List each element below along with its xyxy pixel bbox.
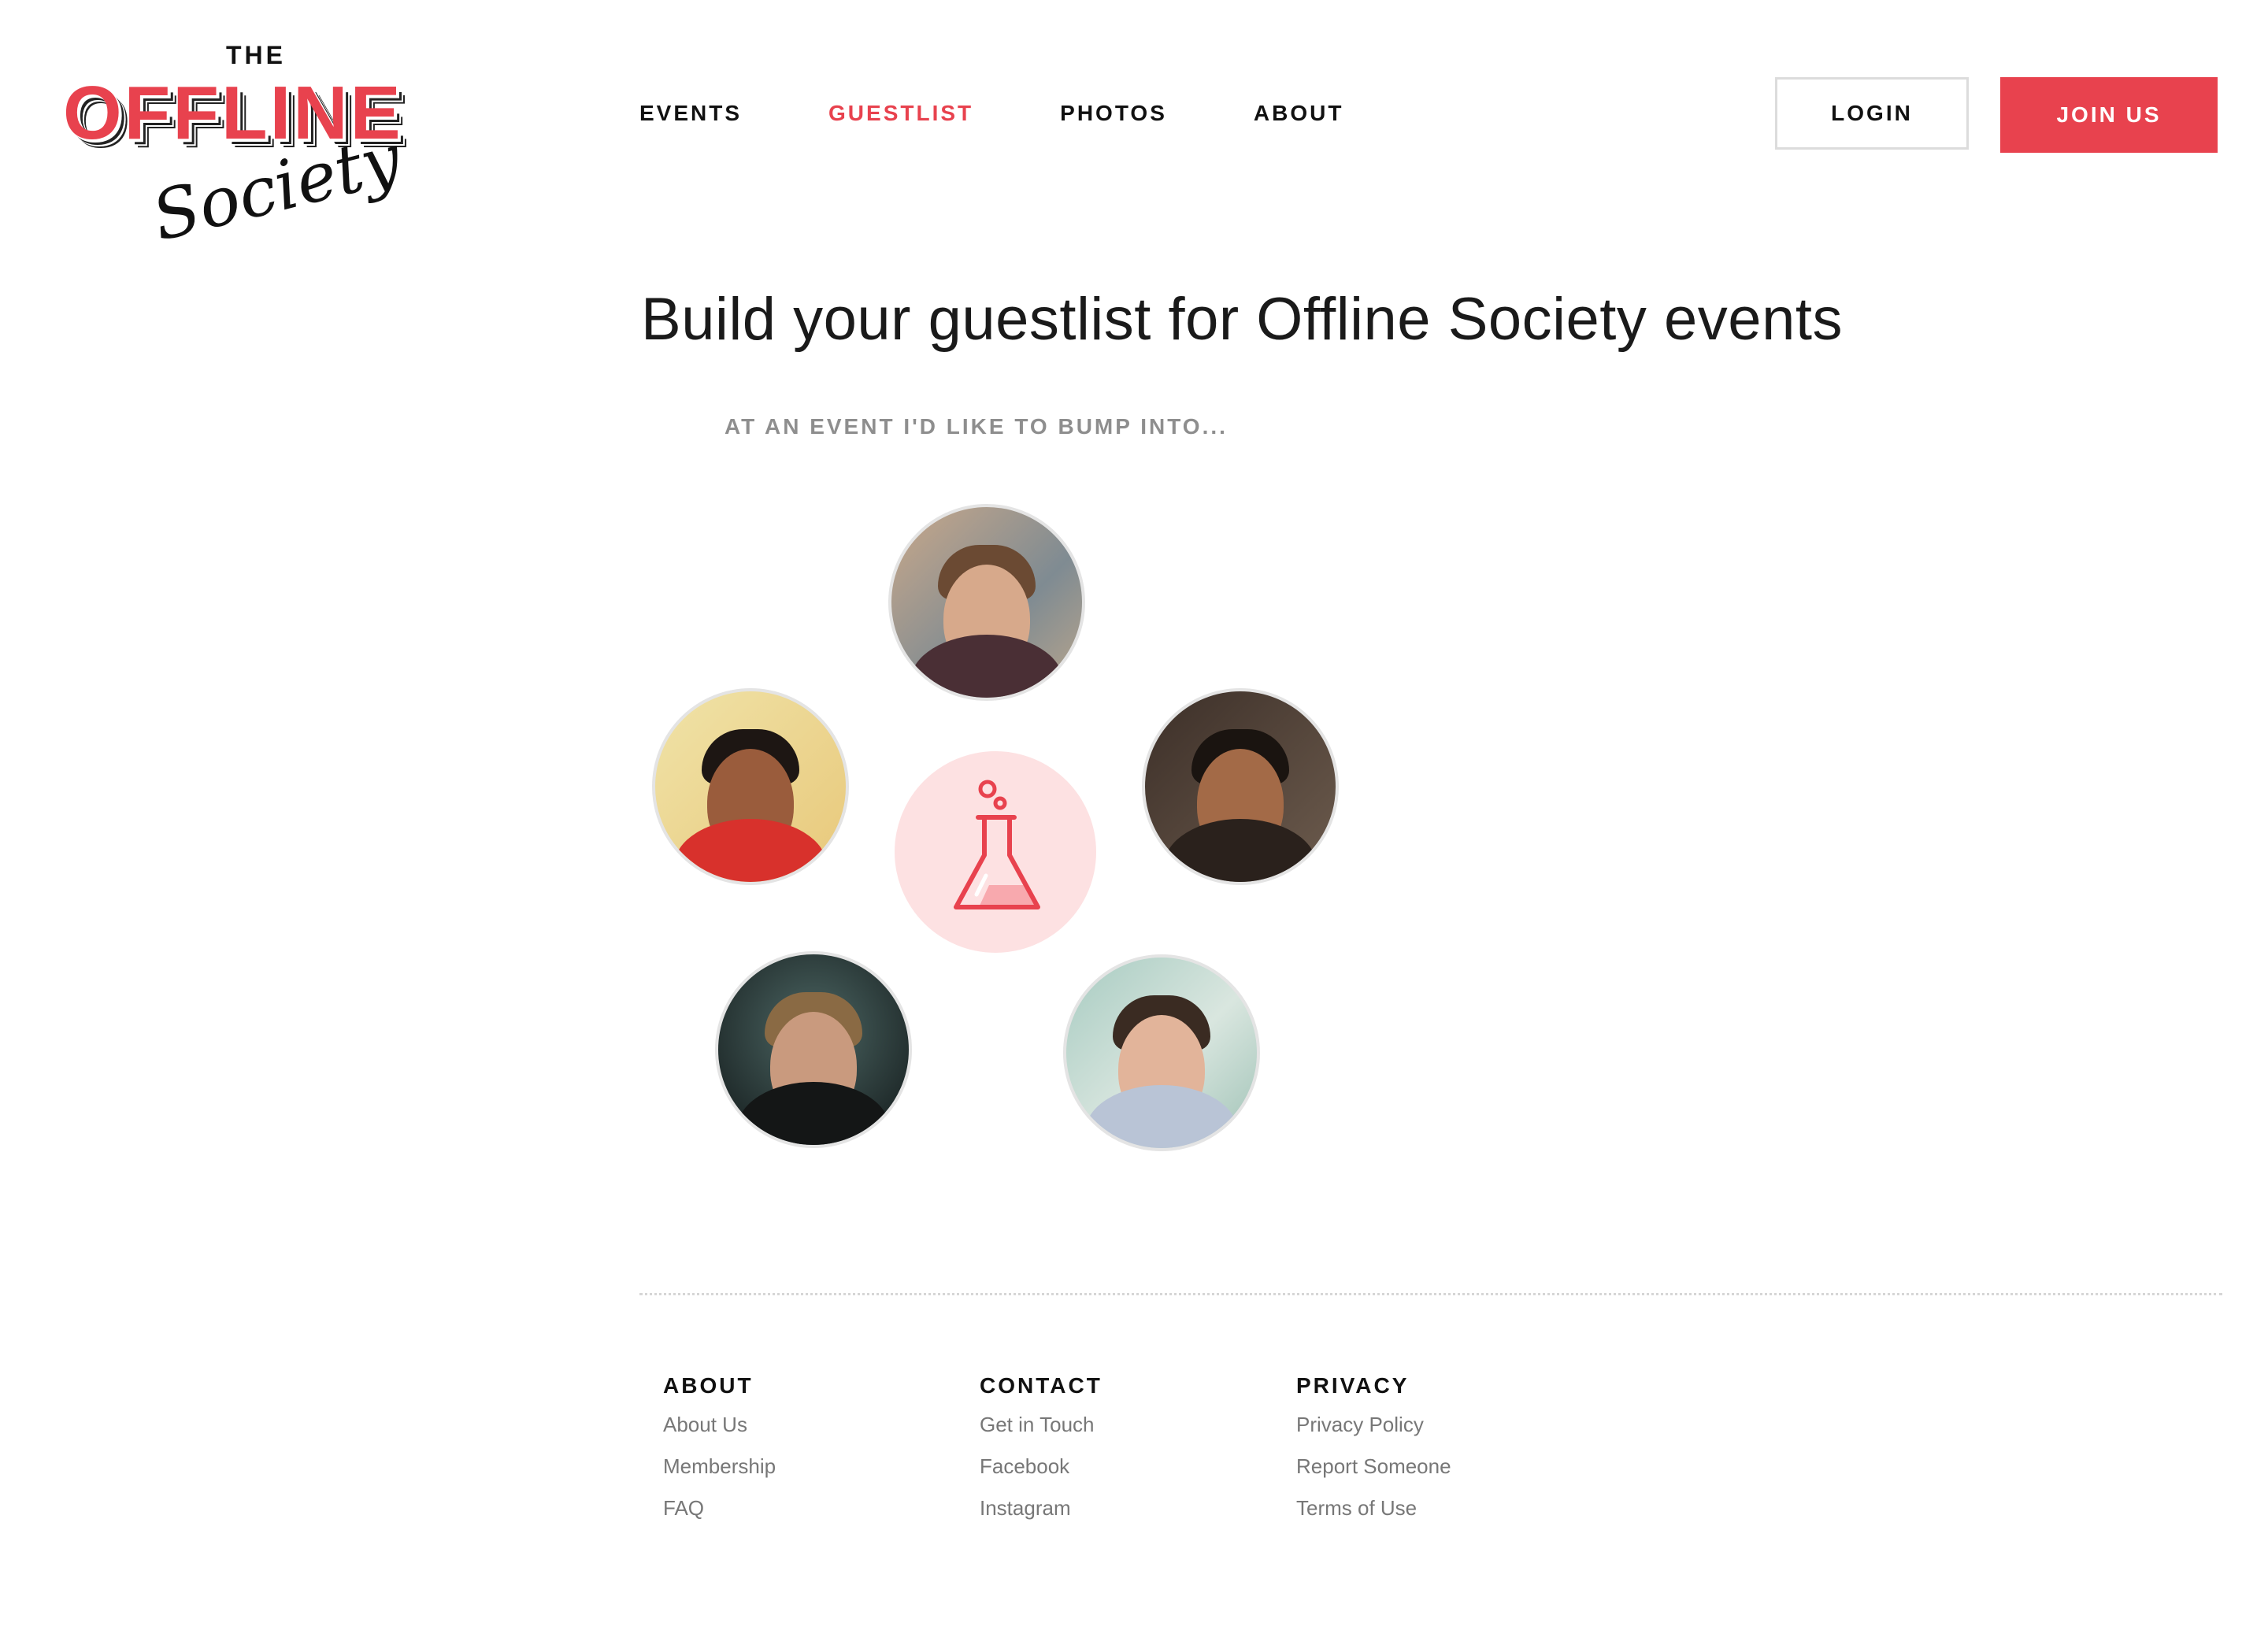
footer-link-faq[interactable]: FAQ (663, 1496, 776, 1521)
guest-avatar-2[interactable] (652, 688, 849, 885)
guest-avatar-shoulders (737, 1082, 890, 1145)
footer-heading: CONTACT (980, 1373, 1102, 1398)
footer-link-facebook[interactable]: Facebook (980, 1454, 1102, 1479)
nav-events[interactable]: EVENTS (639, 101, 742, 126)
guest-avatar-1[interactable] (888, 504, 1085, 701)
page-title: Build your guestlist for Offline Society… (641, 286, 1843, 353)
footer-heading: ABOUT (663, 1373, 754, 1398)
join-us-button[interactable]: JOIN US (2000, 77, 2218, 153)
footer-column-privacy: PRIVACY Privacy Policy Report Someone Te… (1296, 1373, 1451, 1538)
guest-avatar-shoulders (910, 635, 1063, 698)
nav-about[interactable]: ABOUT (1254, 101, 1344, 126)
footer-link-instagram[interactable]: Instagram (980, 1496, 1102, 1521)
footer-link-membership[interactable]: Membership (663, 1454, 776, 1479)
flask-icon (954, 780, 1040, 909)
page: THE OFFLINE Society EVENTS GUESTLIST PHO… (0, 0, 2268, 1641)
nav-photos[interactable]: PHOTOS (1060, 101, 1167, 126)
footer-column-about: ABOUT About Us Membership FAQ (663, 1373, 776, 1538)
guest-avatar-5[interactable] (1063, 954, 1260, 1151)
guest-avatar-3[interactable] (1142, 688, 1339, 885)
footer-link-report-someone[interactable]: Report Someone (1296, 1454, 1451, 1479)
guest-avatar-shoulders (674, 819, 827, 882)
main-nav: EVENTS GUESTLIST PHOTOS ABOUT (639, 101, 1430, 126)
footer-link-get-in-touch[interactable]: Get in Touch (980, 1413, 1102, 1437)
guest-avatar-4[interactable] (715, 951, 912, 1148)
guest-avatar-shoulders (1085, 1085, 1238, 1148)
guestlist-prompt: AT AN EVENT I'D LIKE TO BUMP INTO... (724, 414, 1228, 439)
footer-heading: PRIVACY (1296, 1373, 1410, 1398)
footer-link-privacy-policy[interactable]: Privacy Policy (1296, 1413, 1451, 1437)
site-logo[interactable]: THE OFFLINE Society (63, 38, 472, 290)
footer-link-terms-of-use[interactable]: Terms of Use (1296, 1496, 1451, 1521)
nav-guestlist[interactable]: GUESTLIST (828, 101, 973, 126)
footer-link-about-us[interactable]: About Us (663, 1413, 776, 1437)
logo-the: THE (226, 41, 286, 69)
login-button[interactable]: LOGIN (1775, 77, 1969, 150)
guest-avatar-shoulders (1164, 819, 1317, 882)
footer-divider (639, 1293, 2222, 1295)
guestlist-center[interactable] (895, 751, 1096, 953)
footer-column-contact: CONTACT Get in Touch Facebook Instagram (980, 1373, 1102, 1538)
